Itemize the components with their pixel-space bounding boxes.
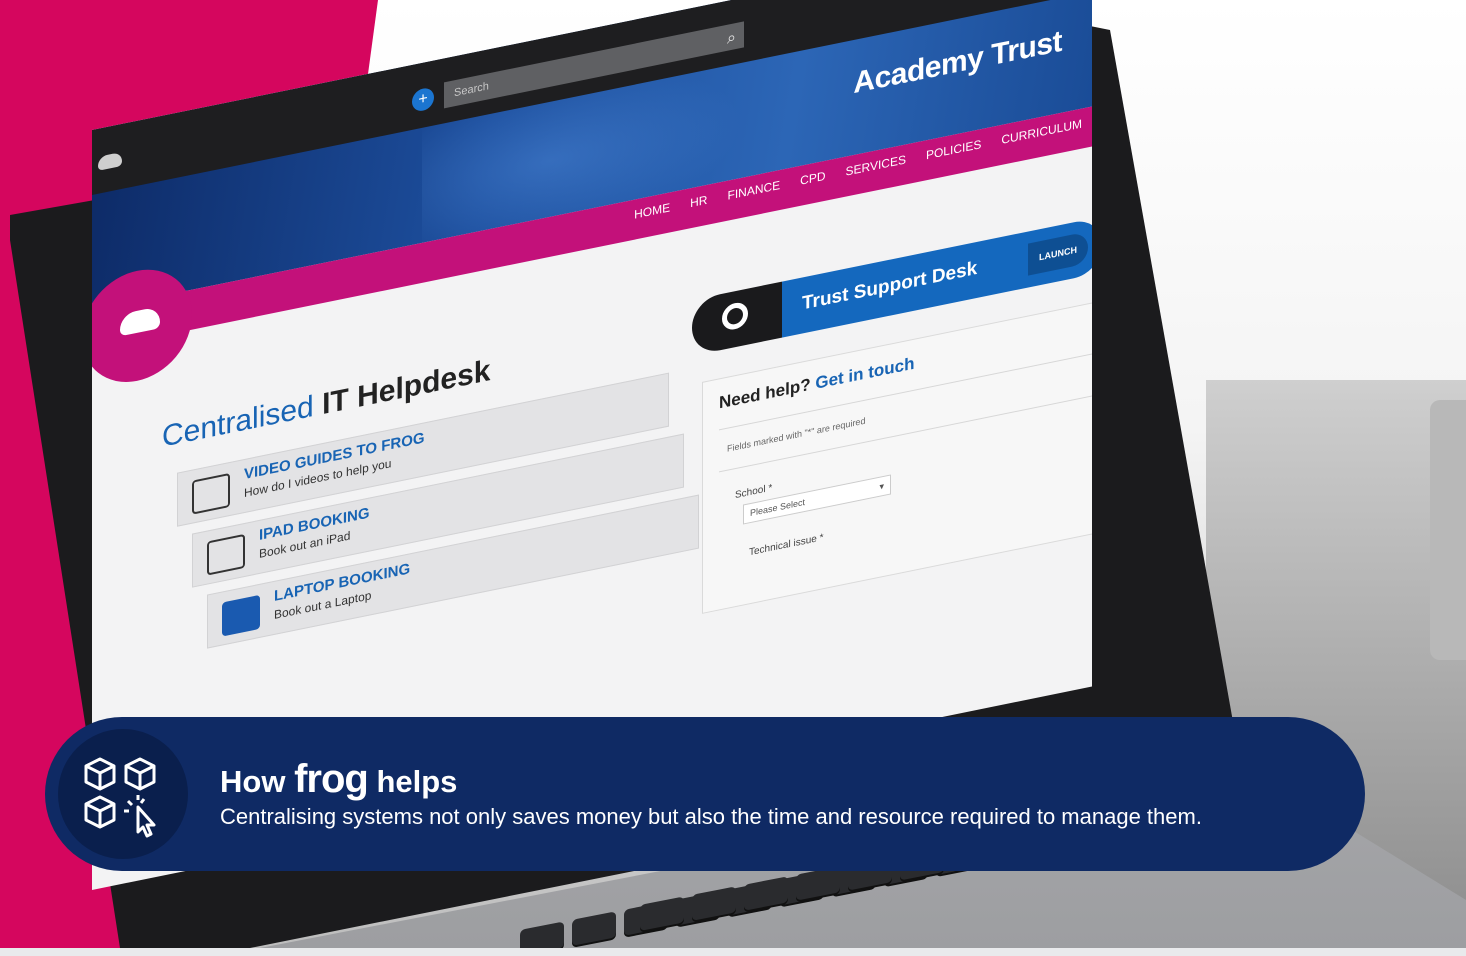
get-in-touch-link[interactable]: Get in touch: [815, 354, 914, 393]
search-icon[interactable]: ⌕: [727, 25, 736, 53]
contact-form: Need help? Get in touch Fields marked wi…: [702, 296, 1092, 614]
video-icon: [192, 472, 230, 515]
nav-services[interactable]: SERVICES: [846, 152, 906, 178]
banner-title: How frog helps: [220, 757, 458, 801]
search-placeholder: Search: [454, 80, 489, 100]
technical-issue-label: Technical issue *: [749, 532, 824, 559]
need-help-heading: Need help? Get in touch: [719, 353, 915, 413]
fields-note: Fields marked with "*" are required: [727, 415, 866, 454]
chevron-down-icon: ▾: [879, 480, 884, 492]
add-icon[interactable]: +: [412, 86, 434, 113]
banner-description: Centralising systems not only saves mone…: [220, 804, 1202, 829]
nav-hr[interactable]: HR: [690, 193, 707, 211]
cubes-cursor-icon: [84, 757, 156, 838]
school-select[interactable]: Please Select ▾: [743, 474, 891, 525]
nav-cpd[interactable]: CPD: [800, 169, 825, 188]
frog-brand: frog: [294, 757, 369, 801]
school-label: School *: [735, 482, 773, 502]
lifebuoy-icon: [722, 300, 748, 332]
ipad-icon: [207, 533, 245, 576]
systems-icon: [58, 729, 188, 859]
frog-menu-icon[interactable]: [98, 151, 122, 171]
nav-home[interactable]: HOME: [634, 200, 670, 221]
nav-finance[interactable]: FINANCE: [727, 178, 780, 203]
nav-policies[interactable]: POLICIES: [926, 137, 981, 162]
laptop-icon: [222, 594, 260, 637]
